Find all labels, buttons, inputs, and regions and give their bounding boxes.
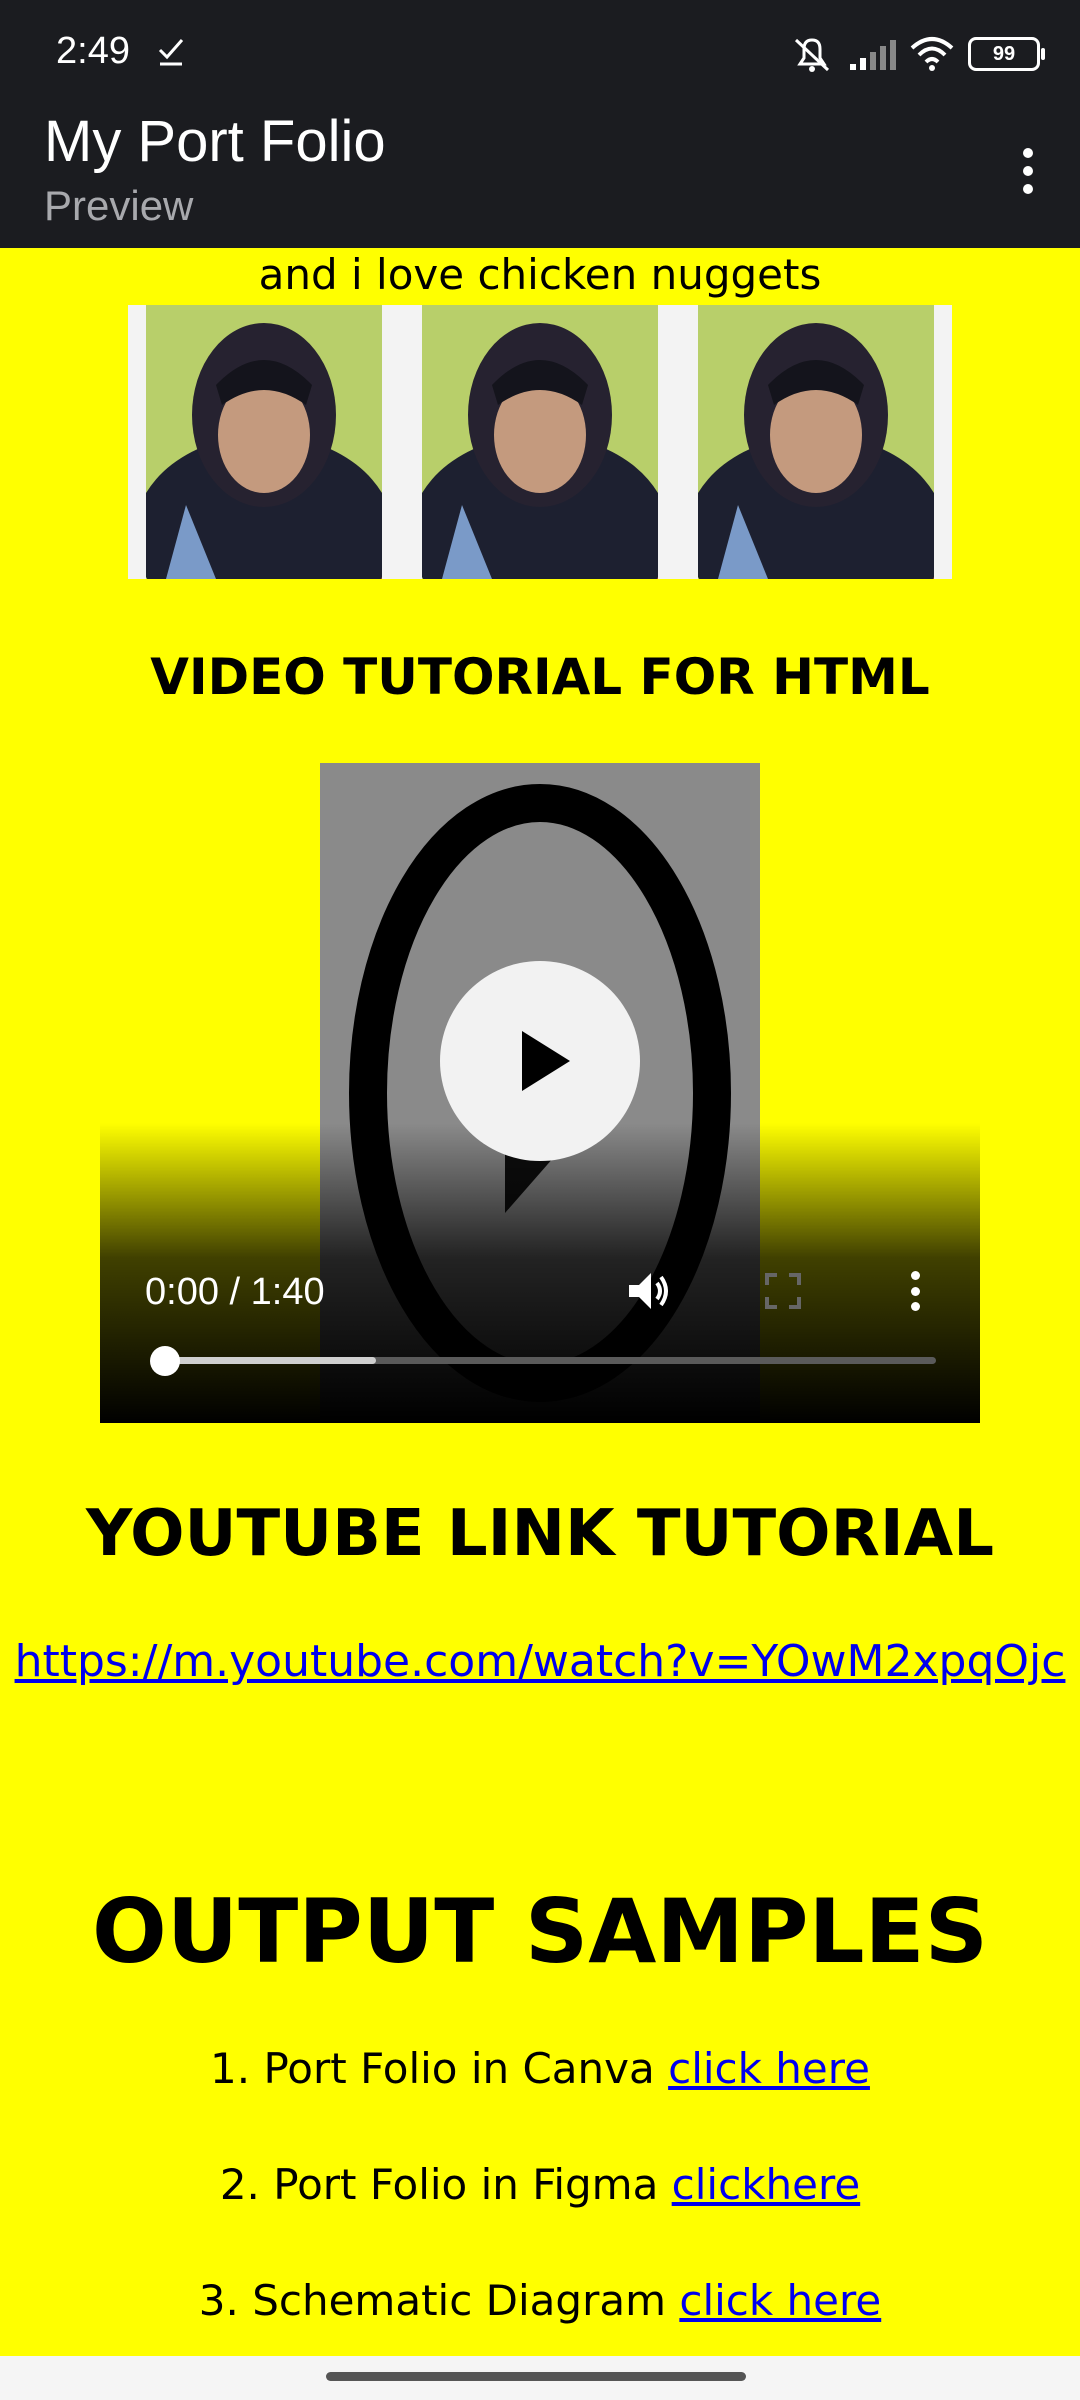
list-item: 2. Port Folio in Figma clickhere [0,2160,1080,2209]
profile-photo [698,305,934,579]
battery-icon: 99 [968,37,1045,71]
output-samples-heading: OUTPUT SAMPLES [91,1880,989,1983]
video-progress-bar[interactable] [150,1346,936,1376]
sample-link-diagram[interactable]: click here [679,2276,881,2325]
mute-bell-icon [794,38,830,72]
video-buffer-bar [158,1357,376,1364]
video-more-icon[interactable] [909,1271,921,1311]
more-vert-icon[interactable] [1018,148,1038,194]
profile-photo [422,305,658,579]
video-section-heading: VIDEO TUTORIAL FOR HTML [150,648,930,706]
video-player[interactable]: 0:00 / 1:40 [100,763,980,1423]
volume-icon[interactable] [625,1267,673,1315]
wifi-icon [910,37,954,71]
home-gesture-handle[interactable] [326,2372,746,2381]
play-button[interactable] [440,961,640,1161]
page-title: My Port Folio [44,109,386,174]
play-icon [522,1031,570,1091]
tagline: and i love chicken nuggets [258,250,822,299]
video-progress-thumb[interactable] [150,1346,180,1376]
sample-link-canva[interactable]: click here [668,2044,870,2093]
system-nav-bar [0,2356,1080,2400]
sample-label: 3. Schematic Diagram [198,2276,666,2325]
list-item: 1. Port Folio in Canva click here [0,2044,1080,2093]
check-icon [158,39,184,66]
signal-icon [850,40,896,70]
youtube-section-heading: YOUTUBE LINK TUTORIAL [86,1497,994,1571]
video-time: 0:00 / 1:40 [145,1271,325,1313]
profile-photo [146,305,382,579]
youtube-link[interactable]: https://m.youtube.com/watch?v=YOwM2xpqOj… [0,1636,1080,1687]
status-time: 2:49 [56,30,130,72]
sample-label: 1. Port Folio in Canva [210,2044,655,2093]
sample-label: 2. Port Folio in Figma [219,2160,659,2209]
fullscreen-icon[interactable] [765,1273,801,1309]
profile-photo-strip [128,305,952,579]
app-header: 2:49 99 My Port Folio Preview [0,0,1080,248]
page-subtitle: Preview [44,182,194,229]
status-icons: 99 [790,32,1045,76]
sample-link-figma[interactable]: clickhere [672,2160,861,2209]
list-item: 3. Schematic Diagram click here [0,2276,1080,2325]
